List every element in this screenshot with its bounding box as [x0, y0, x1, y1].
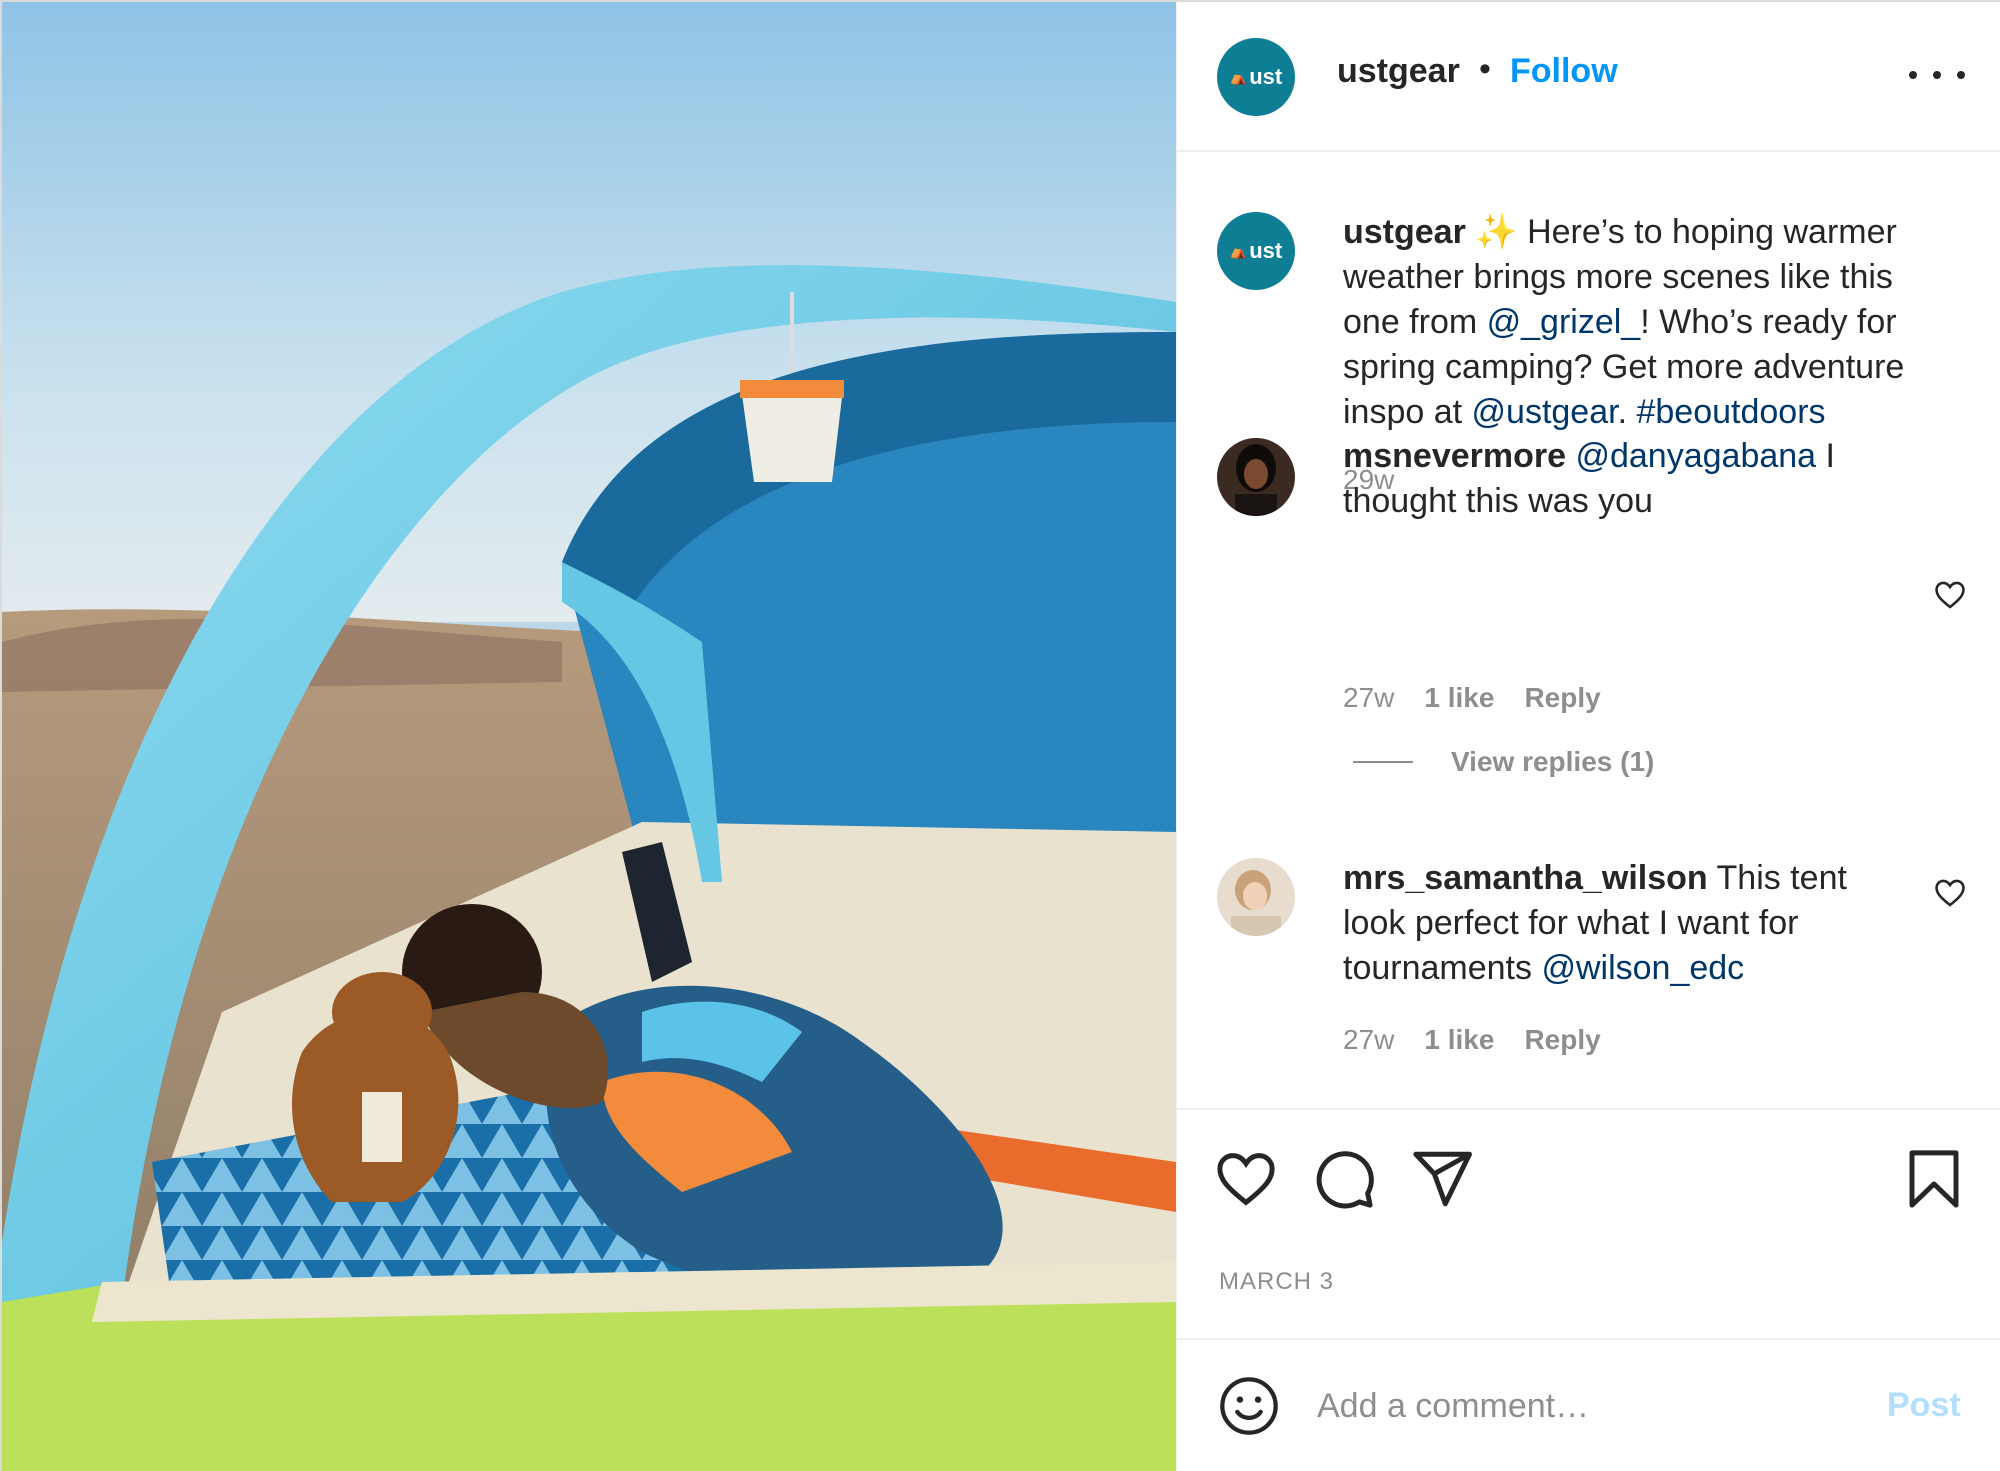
add-comment-input[interactable] — [1317, 1380, 1837, 1432]
comment-timestamp[interactable]: 27w — [1343, 682, 1394, 714]
commenter-avatar[interactable] — [1217, 438, 1295, 516]
add-comment-bar: Post — [1177, 1338, 2000, 1471]
post-actions: MARCH 3 — [1177, 1108, 2000, 1338]
post-caption: ustgear ✨ Here’s to hoping warmer weathe… — [1343, 210, 1953, 435]
like-comment-heart-icon[interactable] — [1933, 876, 1967, 910]
camping-tent-photo — [2, 2, 1176, 1471]
caption-username[interactable]: ustgear — [1343, 213, 1466, 251]
tent-logo-icon: ⛺ — [1229, 68, 1248, 85]
author-username[interactable]: ustgear — [1337, 52, 1460, 91]
caption-author-avatar[interactable]: ⛺ ust — [1217, 212, 1295, 290]
like-comment-heart-icon[interactable] — [1933, 578, 1967, 612]
follow-button[interactable]: Follow — [1510, 52, 1618, 91]
comment-likes[interactable]: 1 like — [1424, 682, 1494, 714]
caption-hashtag[interactable]: #beoutdoors — [1636, 393, 1825, 431]
view-replies-label: View replies (1) — [1451, 746, 1655, 777]
post-detail-panel: ⛺ ust ustgear • Follow ⛺ ust ustgear ✨ H… — [1176, 2, 2000, 1471]
smiley-icon[interactable] — [1217, 1374, 1281, 1438]
replies-divider-line — [1353, 761, 1413, 763]
header-separator: • — [1479, 50, 1491, 88]
post-photo[interactable] — [2, 2, 1176, 1471]
comment-mention[interactable]: @wilson_edc — [1541, 949, 1744, 987]
avatar-logo-text: ust — [1249, 238, 1283, 263]
comments-section: ⛺ ust ustgear ✨ Here’s to hoping warmer … — [1177, 152, 2000, 1108]
tent-logo-icon: ⛺ — [1229, 242, 1248, 259]
comment-meta: 27w 1 like Reply — [1343, 682, 1601, 714]
view-replies-button[interactable]: View replies (1) — [1353, 746, 1654, 778]
share-icon[interactable] — [1409, 1146, 1475, 1212]
caption-text-3: . — [1617, 393, 1637, 431]
caption-mention-ustgear[interactable]: @ustgear — [1472, 393, 1618, 431]
comment-username[interactable]: msnevermore — [1343, 437, 1566, 475]
heart-icon[interactable] — [1213, 1146, 1279, 1212]
avatar-photo — [1217, 438, 1295, 516]
post-date[interactable]: MARCH 3 — [1219, 1268, 1334, 1296]
comment-mention[interactable]: @danyagabana — [1575, 437, 1816, 475]
reply-button[interactable]: Reply — [1524, 1024, 1600, 1056]
caption-mention-grizel[interactable]: @_grizel_ — [1487, 303, 1641, 341]
bookmark-icon[interactable] — [1901, 1146, 1967, 1212]
avatar-logo-text: ust — [1249, 64, 1283, 89]
comment-text: mrs_samantha_wilson This tent look perfe… — [1343, 856, 1903, 991]
comment-icon[interactable] — [1311, 1146, 1377, 1212]
comment-timestamp[interactable]: 27w — [1343, 1024, 1394, 1056]
comment-likes[interactable]: 1 like — [1424, 1024, 1494, 1056]
author-avatar[interactable]: ⛺ ust — [1217, 38, 1295, 116]
comment-username[interactable]: mrs_samantha_wilson — [1343, 859, 1708, 897]
post-comment-button[interactable]: Post — [1887, 1386, 1961, 1425]
sparkles-emoji: ✨ — [1475, 213, 1518, 251]
reply-button[interactable]: Reply — [1524, 682, 1600, 714]
comment-text: msnevermore @danyagabana I thought this … — [1343, 434, 1903, 524]
more-options-icon[interactable] — [1909, 60, 1965, 90]
comment-meta: 27w 1 like Reply — [1343, 1024, 1601, 1056]
commenter-avatar[interactable] — [1217, 858, 1295, 936]
instagram-post: ⛺ ust ustgear • Follow ⛺ ust ustgear ✨ H… — [0, 0, 2000, 1471]
post-header: ⛺ ust ustgear • Follow — [1177, 2, 2000, 152]
avatar-photo — [1217, 858, 1295, 936]
